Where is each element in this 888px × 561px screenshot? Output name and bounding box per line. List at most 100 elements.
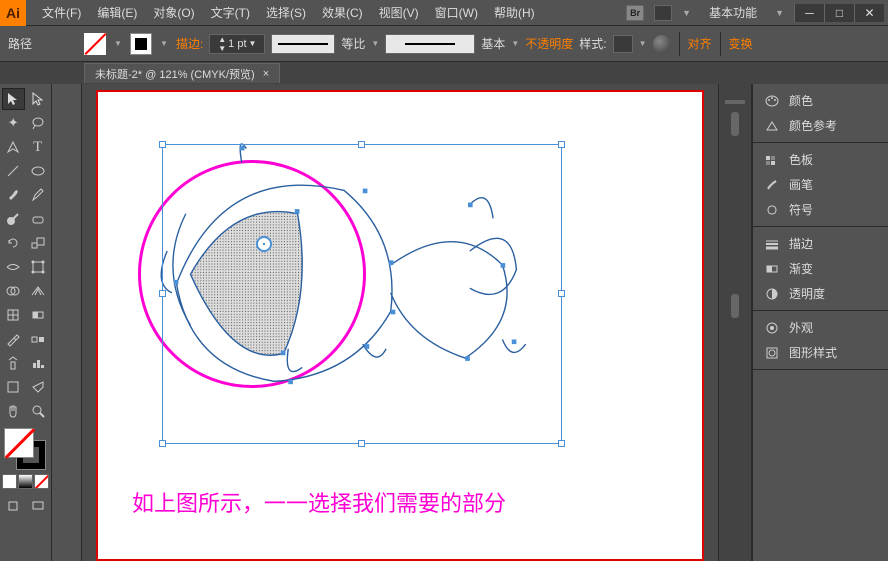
minimize-button[interactable]: ─ xyxy=(794,4,824,22)
swatches-icon xyxy=(763,152,781,168)
close-button[interactable]: ✕ xyxy=(854,4,884,22)
rotate-tool[interactable] xyxy=(2,232,25,254)
direct-selection-tool[interactable] xyxy=(27,88,49,110)
handle-s[interactable] xyxy=(358,440,365,447)
panel-stroke[interactable]: 描边 xyxy=(753,231,888,256)
handle-sw[interactable] xyxy=(159,440,166,447)
handle-w[interactable] xyxy=(159,290,166,297)
color-mode[interactable] xyxy=(2,474,17,489)
instruction-caption: 如上图所示，一一选择我们需要的部分 xyxy=(132,486,506,518)
handle-e[interactable] xyxy=(558,290,565,297)
menu-file[interactable]: 文件(F) xyxy=(34,4,89,21)
selection-tool[interactable] xyxy=(2,88,25,110)
artboard-tool[interactable] xyxy=(2,376,25,398)
appearance-icon xyxy=(763,320,781,336)
color-guide-icon xyxy=(763,118,781,134)
panel-appearance[interactable]: 外观 xyxy=(753,315,888,340)
blob-brush-tool[interactable] xyxy=(2,208,25,230)
slice-tool[interactable] xyxy=(27,376,50,398)
blend-tool[interactable] xyxy=(27,328,50,350)
paintbrush-tool[interactable] xyxy=(2,184,25,206)
type-tool[interactable]: T xyxy=(27,136,50,158)
menu-help[interactable]: 帮助(H) xyxy=(486,4,543,21)
arrange-docs-icon[interactable] xyxy=(654,5,672,21)
menu-window[interactable]: 窗口(W) xyxy=(427,4,486,21)
opacity-link[interactable]: 不透明度 xyxy=(525,35,573,52)
window-controls: ─ □ ✕ xyxy=(794,4,884,22)
zoom-tool[interactable] xyxy=(27,400,50,422)
panel-gradient[interactable]: 渐变 xyxy=(753,256,888,281)
control-bar: 路径 ▼ ▼ 描边: ▲▼ 1 pt ▼ 等比 ▼ 基本 ▼ 不透明度 样式: … xyxy=(0,26,888,62)
pen-tool[interactable] xyxy=(2,136,25,158)
handle-n[interactable] xyxy=(358,141,365,148)
collapsed-dock-right[interactable] xyxy=(718,84,752,561)
scale-tool[interactable] xyxy=(27,232,50,254)
stroke-profile[interactable] xyxy=(271,34,335,54)
handle-ne[interactable] xyxy=(558,141,565,148)
handle-se[interactable] xyxy=(558,440,565,447)
align-link[interactable]: 对齐 xyxy=(688,35,712,52)
handle-nw[interactable] xyxy=(159,141,166,148)
draw-mode[interactable] xyxy=(2,495,25,517)
width-tool[interactable] xyxy=(2,256,25,278)
hand-tool[interactable] xyxy=(2,400,25,422)
gradient-mode[interactable] xyxy=(18,474,33,489)
profile-label: 等比 xyxy=(341,35,365,52)
ellipse-tool[interactable] xyxy=(27,160,50,182)
tab-title: 未标题-2* @ 121% (CMYK/预览) xyxy=(95,66,255,82)
shape-builder-tool[interactable] xyxy=(2,280,25,302)
transform-link[interactable]: 变换 xyxy=(729,35,753,52)
eraser-tool[interactable] xyxy=(27,208,50,230)
symbol-sprayer-tool[interactable] xyxy=(2,352,25,374)
menu-select[interactable]: 选择(S) xyxy=(258,4,314,21)
menu-type[interactable]: 文字(T) xyxy=(203,4,258,21)
brush-definition[interactable] xyxy=(385,34,475,54)
document-tabbar: 未标题-2* @ 121% (CMYK/预览) × xyxy=(0,62,888,84)
none-mode[interactable] xyxy=(34,474,49,489)
style-swatch[interactable] xyxy=(613,35,633,53)
mesh-tool[interactable] xyxy=(2,304,25,326)
panel-transparency[interactable]: 透明度 xyxy=(753,281,888,306)
context-label: 路径 xyxy=(8,35,32,52)
fill-stroke-control[interactable] xyxy=(2,428,50,470)
panel-graphic-styles[interactable]: 图形样式 xyxy=(753,340,888,365)
panel-brushes[interactable]: 画笔 xyxy=(753,172,888,197)
lasso-tool[interactable] xyxy=(27,112,50,134)
panel-swatches[interactable]: 色板 xyxy=(753,147,888,172)
titlebar: Ai 文件(F) 编辑(E) 对象(O) 文字(T) 选择(S) 效果(C) 视… xyxy=(0,0,888,26)
line-tool[interactable] xyxy=(2,160,25,182)
menu-edit[interactable]: 编辑(E) xyxy=(89,4,145,21)
stroke-label[interactable]: 描边: xyxy=(176,35,203,52)
gradient-tool[interactable] xyxy=(27,304,50,326)
eyedropper-tool[interactable] xyxy=(2,328,25,350)
fill-swatch[interactable] xyxy=(84,33,106,55)
column-graph-tool[interactable] xyxy=(27,352,50,374)
stroke-swatch[interactable] xyxy=(130,33,152,55)
workspace-switcher[interactable]: 基本功能 xyxy=(701,4,765,21)
magic-wand-tool[interactable]: ✦ xyxy=(2,112,25,134)
panel-color[interactable]: 颜色 xyxy=(753,88,888,113)
stroke-weight-input[interactable]: ▲▼ 1 pt ▼ xyxy=(209,34,265,54)
tab-close-icon[interactable]: × xyxy=(263,68,269,80)
menu-object[interactable]: 对象(O) xyxy=(145,4,202,21)
pencil-tool[interactable] xyxy=(27,184,50,206)
menubar: 文件(F) 编辑(E) 对象(O) 文字(T) 选择(S) 效果(C) 视图(V… xyxy=(26,4,626,21)
selection-bounding-box[interactable] xyxy=(162,144,562,444)
stroke-dropdown[interactable]: ▼ xyxy=(158,33,170,55)
bridge-icon[interactable]: Br xyxy=(626,5,644,21)
free-transform-tool[interactable] xyxy=(27,256,50,278)
gradient-icon xyxy=(763,261,781,277)
document-tab[interactable]: 未标题-2* @ 121% (CMYK/预览) × xyxy=(84,63,280,83)
menu-view[interactable]: 视图(V) xyxy=(371,4,427,21)
fill-dropdown[interactable]: ▼ xyxy=(112,33,124,55)
panel-color-guide[interactable]: 颜色参考 xyxy=(753,113,888,138)
recolor-icon[interactable] xyxy=(653,35,671,53)
collapsed-dock-left[interactable] xyxy=(52,84,82,561)
maximize-button[interactable]: □ xyxy=(824,4,854,22)
fill-box[interactable] xyxy=(4,428,34,458)
canvas-area[interactable]: 如上图所示，一一选择我们需要的部分 xyxy=(82,84,718,561)
panel-symbols[interactable]: 符号 xyxy=(753,197,888,222)
screen-mode[interactable] xyxy=(27,495,50,517)
menu-effect[interactable]: 效果(C) xyxy=(314,4,371,21)
perspective-grid-tool[interactable] xyxy=(27,280,50,302)
